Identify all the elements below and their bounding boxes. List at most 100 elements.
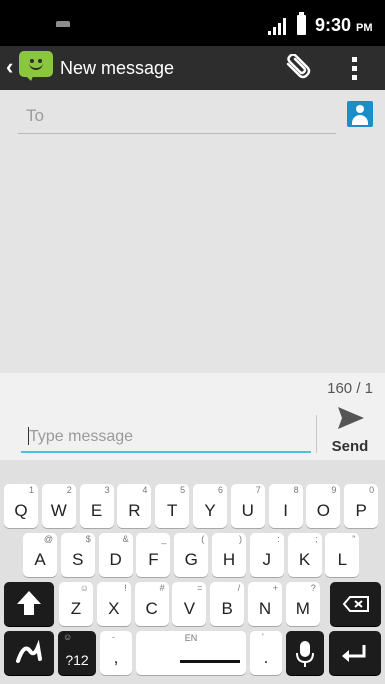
- key-label: N: [258, 599, 272, 618]
- key-x[interactable]: ! X: [96, 582, 131, 626]
- space-bar-icon: [180, 660, 240, 663]
- key-hint: $: [85, 534, 91, 544]
- key-k[interactable]: ; K: [287, 533, 322, 577]
- backspace-key[interactable]: [330, 582, 381, 626]
- key-hint: :: [277, 534, 280, 544]
- key-label: D: [109, 550, 122, 569]
- messaging-app-icon[interactable]: [19, 51, 53, 81]
- key-label: U: [241, 501, 254, 520]
- key-label: V: [183, 599, 196, 618]
- key-label: H: [222, 550, 236, 569]
- key-label: E: [90, 501, 103, 520]
- key-v[interactable]: = V: [172, 582, 207, 626]
- back-chevron-icon[interactable]: ‹: [6, 53, 13, 81]
- key-e[interactable]: 3E: [79, 484, 114, 528]
- screen: 9:30 PM ‹ New message To 160 / 1 Type me…: [0, 0, 385, 684]
- key-hint: +: [272, 583, 278, 593]
- key-y[interactable]: 6Y: [193, 484, 227, 528]
- key-hint: _: [161, 534, 167, 544]
- key-h[interactable]: ) H: [212, 533, 246, 577]
- comma-key-label: ,: [113, 648, 119, 667]
- character-counter: 160 / 1: [327, 380, 373, 397]
- send-button[interactable]: Send: [322, 403, 378, 459]
- key-s[interactable]: $ S: [60, 533, 95, 577]
- swype-key[interactable]: [4, 631, 54, 675]
- key-b[interactable]: / B: [210, 582, 245, 626]
- paperclip-icon[interactable]: [283, 53, 313, 82]
- key-hint: 0: [369, 485, 375, 495]
- message-placeholder: Type message: [29, 428, 134, 445]
- symbols-key[interactable]: ☺ ?12: [58, 631, 96, 675]
- space-key[interactable]: EN: [136, 631, 246, 675]
- key-d[interactable]: & D: [98, 533, 133, 577]
- battery-icon: [297, 12, 306, 35]
- key-r[interactable]: 4R: [117, 484, 152, 528]
- key-hint: #: [159, 583, 165, 593]
- key-hint: 1: [28, 485, 34, 495]
- key-hint: =: [197, 583, 203, 593]
- key-label: J: [262, 550, 272, 569]
- key-u[interactable]: 7U: [230, 484, 265, 528]
- key-label: L: [337, 550, 348, 569]
- key-label: T: [166, 501, 178, 520]
- key-label: A: [34, 550, 46, 569]
- shift-arrow-icon: [17, 591, 41, 615]
- shift-key[interactable]: [4, 582, 54, 626]
- key-l[interactable]: " L: [325, 533, 360, 577]
- action-bar: ‹ New message: [0, 46, 385, 90]
- key-a[interactable]: @ A: [23, 533, 57, 577]
- microphone-key[interactable]: [286, 631, 324, 675]
- page-title: New message: [60, 58, 175, 78]
- key-j[interactable]: :J: [249, 533, 284, 577]
- swype-icon: [16, 639, 42, 663]
- key-hint: ☺: [79, 583, 89, 593]
- recipient-field[interactable]: To: [18, 98, 336, 134]
- key-f[interactable]: _ F: [136, 533, 171, 577]
- key-z[interactable]: ☺ Z: [59, 582, 93, 626]
- key-i[interactable]: 8I: [268, 484, 303, 528]
- backspace-icon: [342, 596, 369, 612]
- clock-ampm: PM: [356, 22, 373, 34]
- key-g[interactable]: (G: [174, 533, 209, 577]
- enter-icon: [342, 645, 366, 662]
- key-hint: /: [237, 583, 241, 593]
- key-label: P: [355, 501, 367, 520]
- key-label: B: [221, 599, 233, 618]
- clock: 9:30 PM: [315, 15, 373, 36]
- key-hint: @: [43, 534, 53, 544]
- microphone-icon: [296, 641, 314, 667]
- key-label: W: [50, 501, 67, 520]
- key-label: G: [184, 550, 198, 569]
- key-hint: 9: [331, 485, 337, 495]
- key-n[interactable]: + N: [248, 582, 282, 626]
- key-label: Y: [204, 501, 216, 520]
- send-divider: [316, 415, 317, 453]
- comma-key-hint: -: [112, 632, 115, 642]
- key-label: X: [108, 599, 120, 618]
- enter-key[interactable]: [329, 631, 381, 675]
- key-c[interactable]: # C: [134, 582, 169, 626]
- key-p[interactable]: 0P: [344, 484, 379, 528]
- key-m[interactable]: ? M: [285, 582, 320, 626]
- key-w[interactable]: 2W: [41, 484, 76, 528]
- key-q[interactable]: 1Q: [4, 484, 38, 528]
- key-hint: 5: [180, 485, 186, 495]
- comma-key[interactable]: - ,: [100, 631, 132, 675]
- message-input[interactable]: Type message: [21, 419, 311, 453]
- clock-time: 9:30: [315, 15, 352, 35]
- key-o[interactable]: 9O: [306, 484, 341, 528]
- overflow-menu-icon[interactable]: [347, 55, 361, 83]
- key-hint: 7: [255, 485, 261, 495]
- key-label: Z: [70, 599, 82, 618]
- contact-picker-icon[interactable]: [347, 101, 373, 127]
- key-label: Q: [14, 501, 28, 520]
- key-label: O: [316, 501, 330, 520]
- key-hint: ;: [315, 534, 318, 544]
- key-hint: 2: [66, 485, 72, 495]
- symbols-key-hint: ☺: [63, 632, 73, 642]
- key-t[interactable]: 5T: [155, 484, 190, 528]
- status-bar: 9:30 PM: [0, 0, 385, 46]
- key-hint: ": [352, 534, 356, 544]
- key-hint: ?: [310, 583, 316, 593]
- period-key[interactable]: ' .: [250, 631, 282, 675]
